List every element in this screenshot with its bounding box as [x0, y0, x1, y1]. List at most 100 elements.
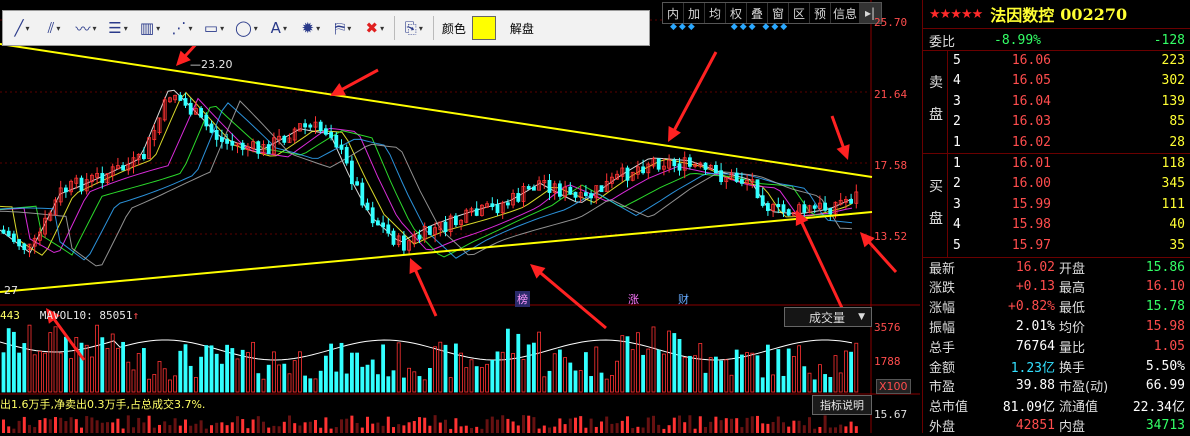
candle-body — [318, 121, 323, 132]
volume-bar — [495, 351, 500, 393]
indicator-tab-6[interactable]: 区 — [789, 3, 810, 23]
flow-bar — [319, 427, 323, 433]
kline-chart-area[interactable]: ╱ ▾ ⫽ ▾ 〰 ▾ ☰ ▾ ▥ ▾ ⋰ ▾ ▭ ▾ ◯ ▾ A ▾ ✹ ▾ ⛿ ▾ ✖ ▾ ⎘ ▾ 颜色 解盘 内加均权叠窗区预信… — [0, 0, 920, 433]
flow-bar — [553, 426, 557, 433]
flow-bar — [126, 415, 130, 433]
volume-bar — [729, 374, 734, 393]
gear-button[interactable]: ✹ ▾ — [296, 15, 326, 41]
kline-chart-canvas[interactable] — [0, 0, 920, 433]
indicator-tab-7[interactable]: 预 — [810, 3, 831, 23]
sell-level-2[interactable]: 2 16.03 85 — [923, 111, 1190, 133]
candle-body — [17, 239, 22, 247]
chevron-down-icon: ▾ — [347, 23, 352, 33]
candle-body — [584, 192, 588, 197]
upper-trendline — [0, 43, 873, 178]
sell-level-3[interactable]: 3 16.04 139 — [923, 90, 1190, 112]
flow-bar — [324, 417, 328, 433]
delete-button[interactable]: ✖ ▾ — [360, 15, 390, 41]
volume-bar — [838, 372, 843, 393]
volume-bar — [375, 374, 380, 393]
candle-body — [204, 114, 209, 127]
weibi-pct: -8.99% — [994, 32, 1041, 48]
flow-bar — [854, 426, 858, 433]
quote-value: 42851 — [1015, 417, 1055, 433]
marker-bang[interactable]: 榜 — [515, 291, 530, 307]
candle-body — [776, 203, 781, 208]
volume-bar — [95, 324, 99, 393]
fib-tool-button[interactable]: ☰ ▾ — [103, 15, 133, 41]
buy-level-2[interactable]: 2 16.00 345 — [923, 173, 1190, 195]
volume-tick-1: 1788 — [874, 355, 901, 368]
buy-level-4[interactable]: 4 15.98 40 — [923, 214, 1190, 236]
rectangle-tool-button[interactable]: ▭ ▾ — [199, 15, 229, 41]
text-tool-button[interactable]: A ▾ — [264, 15, 294, 41]
marker-cai[interactable]: 财 — [676, 291, 691, 307]
stamp-tool-button[interactable]: ⛿ ▾ — [328, 15, 358, 41]
candle-body — [386, 224, 391, 234]
buy-level-3[interactable]: 3 15.99 111 — [923, 193, 1190, 215]
volume-scale-label[interactable]: X100 — [876, 379, 911, 394]
diamond-markers: ◆◆◆ ◆◆◆ ◆◆◆ — [670, 22, 790, 32]
quote-value: 16.10 — [1145, 279, 1185, 295]
indicator-tab-0[interactable]: 内 — [663, 3, 684, 23]
price-tick-2: 17.58 — [874, 159, 908, 172]
candle-body — [734, 172, 739, 182]
flow-bar — [542, 425, 546, 433]
vertical-lines-tool-button[interactable]: ▥ ▾ — [135, 15, 165, 41]
indicator-tab-3[interactable]: 权 — [726, 3, 747, 23]
flow-bar — [683, 422, 687, 433]
ellipse-tool-icon: ◯ — [235, 19, 252, 37]
volume-bar — [651, 326, 656, 393]
candle-body — [427, 226, 432, 235]
candle-body — [474, 208, 479, 216]
candle-body — [656, 158, 661, 170]
chevron-down-icon: ▾ — [25, 23, 30, 33]
sell-level-4[interactable]: 4 16.05 302 — [923, 70, 1190, 92]
flow-bar — [568, 418, 572, 433]
volume-bar — [443, 344, 448, 393]
sell-level-5[interactable]: 5 16.06 223 — [923, 49, 1190, 71]
marker-zhang[interactable]: 涨 — [626, 291, 641, 307]
flow-bar — [267, 427, 271, 433]
indicator-tab-5[interactable]: 窗 — [768, 3, 789, 23]
candle-body — [828, 207, 833, 215]
line-tool-button[interactable]: ╱ ▾ — [7, 15, 37, 41]
indicator-tab-8[interactable]: 信息 — [831, 3, 860, 23]
volume-bar — [370, 359, 375, 393]
flow-bar — [532, 417, 536, 433]
indicator-tab-1[interactable]: 加 — [684, 3, 705, 23]
unlock-button[interactable]: 解盘 — [506, 20, 538, 37]
export-button[interactable]: ⎘ ▾ — [399, 15, 429, 41]
level-price: 16.06 — [1011, 52, 1051, 68]
flow-bar — [116, 418, 120, 433]
wave-tool-button[interactable]: 〰 ▾ — [71, 15, 101, 41]
color-swatch[interactable] — [471, 16, 496, 40]
candle-body — [391, 230, 396, 245]
ellipse-tool-button[interactable]: ◯ ▾ — [231, 15, 262, 41]
flow-bar — [215, 422, 219, 433]
buy-level-5[interactable]: 5 15.97 35 — [923, 234, 1190, 256]
flow-bar — [511, 421, 515, 433]
volume-indicator-dropdown[interactable]: 成交量 ▼ — [784, 307, 872, 327]
channel-tool-button[interactable]: ⋰ ▾ — [167, 15, 197, 41]
quote-row: 市盈 39.88 市盈(动) 66.99 — [923, 375, 1190, 397]
flow-bar — [345, 418, 349, 433]
indicator-tab-4[interactable]: 叠 — [747, 3, 768, 23]
indicator-help-button[interactable]: 指标说明 — [812, 395, 872, 415]
candle-body — [22, 243, 27, 251]
volume-bar — [433, 346, 438, 393]
flow-bar — [142, 422, 146, 433]
multi-line-tool-button[interactable]: ⫽ ▾ — [39, 15, 69, 41]
volume-bar — [776, 349, 781, 393]
indicator-tab-2[interactable]: 均 — [705, 3, 726, 23]
stock-name: 法因数控 — [990, 6, 1055, 25]
buy-level-1[interactable]: 1 16.01 118 — [923, 152, 1190, 174]
volume-bar — [110, 333, 115, 393]
level-volume: 345 — [1161, 176, 1185, 192]
flow-bar — [802, 425, 806, 433]
candle-body — [240, 142, 245, 150]
flow-bar — [28, 424, 31, 433]
sell-level-1[interactable]: 1 16.02 28 — [923, 131, 1190, 153]
candle-body — [417, 234, 422, 240]
volume-bar — [204, 345, 209, 393]
